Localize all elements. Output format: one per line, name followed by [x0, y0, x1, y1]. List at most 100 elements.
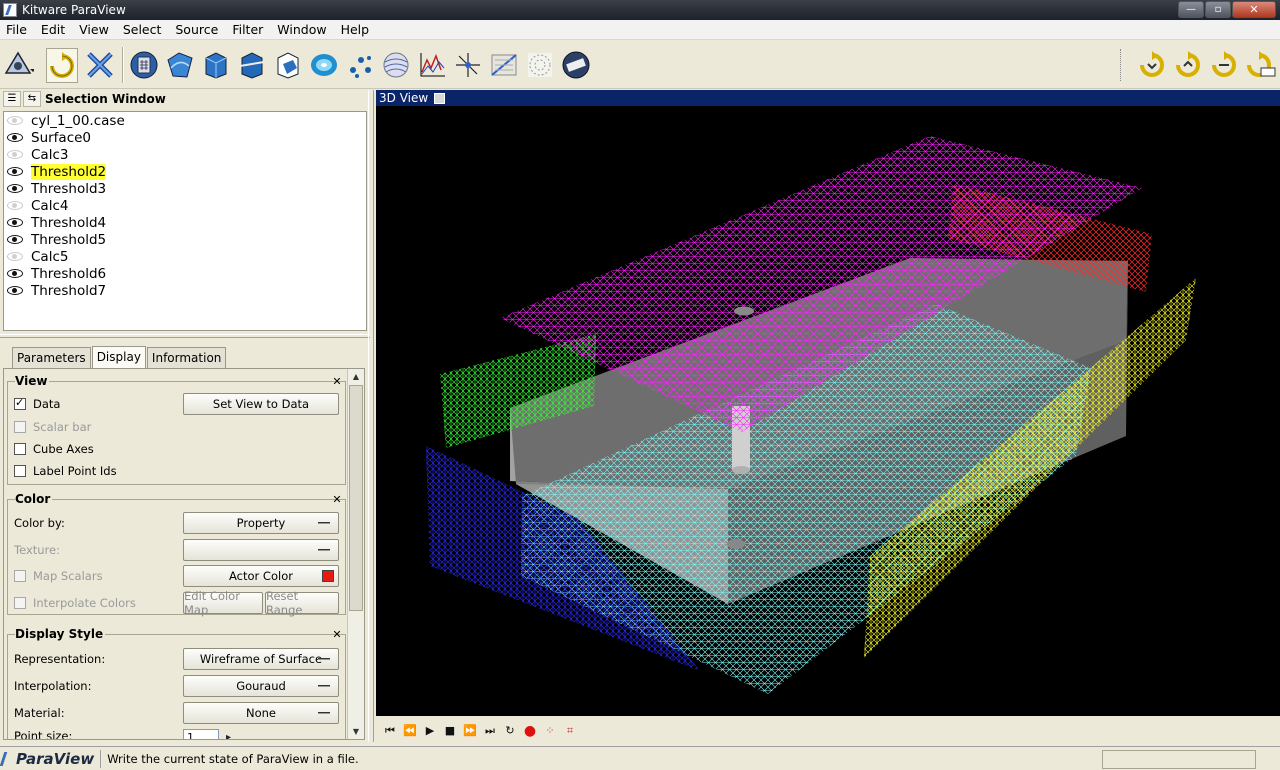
- reset-camera-icon[interactable]: [84, 49, 116, 81]
- color-by-dropdown[interactable]: Property: [183, 512, 339, 534]
- pipeline-item[interactable]: Calc3: [4, 146, 366, 163]
- maximize-button[interactable]: ▫: [1205, 1, 1231, 18]
- menu-source[interactable]: Source: [168, 22, 225, 37]
- actor-color-button[interactable]: Actor Color: [183, 565, 339, 587]
- rotate-view-icon[interactable]: [1208, 49, 1240, 81]
- eye-visible-icon[interactable]: [7, 184, 23, 193]
- close-icon[interactable]: ✕: [331, 493, 343, 506]
- pipeline-browser[interactable]: cyl_1_00.case Surface0 Calc3 Threshold2 …: [3, 111, 367, 331]
- record-icon[interactable]: ●: [520, 722, 540, 740]
- view-options-icon[interactable]: [434, 92, 446, 104]
- pipeline-item[interactable]: Surface0: [4, 129, 366, 146]
- last-frame-icon[interactable]: ⏭: [480, 722, 500, 740]
- interaction-mode-icon[interactable]: [2, 49, 34, 81]
- pipeline-item[interactable]: Threshold4: [4, 214, 366, 231]
- stop-icon[interactable]: ■: [440, 722, 460, 740]
- tree-view-icon[interactable]: ⇆: [23, 91, 41, 107]
- stream-tracer-icon[interactable]: [380, 49, 412, 81]
- menu-bar: File Edit View Select Source Filter Wind…: [0, 20, 1280, 40]
- interpolation-dropdown[interactable]: Gouraud: [183, 675, 339, 697]
- logo-mark-icon: [0, 751, 15, 766]
- eye-visible-icon[interactable]: [7, 218, 23, 227]
- data-checkbox[interactable]: [14, 396, 26, 410]
- menu-help[interactable]: Help: [334, 22, 377, 37]
- pipeline-item[interactable]: Threshold7: [4, 282, 366, 299]
- panel-splitter[interactable]: [0, 334, 370, 338]
- pipeline-item[interactable]: Threshold3: [4, 180, 366, 197]
- scroll-up-icon[interactable]: ▲: [348, 369, 364, 384]
- view-splitter[interactable]: [368, 90, 374, 742]
- properties-scrollbar[interactable]: ▲ ▼: [347, 369, 364, 739]
- camera-undo-icon[interactable]: [1136, 49, 1168, 81]
- color-by-label: Color by:: [14, 516, 65, 530]
- label-point-ids-row[interactable]: Label Point Ids: [14, 460, 117, 482]
- tab-display[interactable]: Display: [91, 346, 146, 368]
- close-icon[interactable]: ✕: [331, 628, 343, 641]
- representation-dropdown[interactable]: Wireframe of Surface: [183, 648, 339, 670]
- eye-visible-icon[interactable]: [7, 269, 23, 278]
- tab-information[interactable]: Information: [146, 347, 227, 368]
- plot-over-line-icon[interactable]: [416, 49, 448, 81]
- pipeline-item[interactable]: cyl_1_00.case: [4, 112, 366, 129]
- pipeline-item[interactable]: Threshold5: [4, 231, 366, 248]
- glyph-filter-icon[interactable]: [344, 49, 376, 81]
- label-point-ids-checkbox[interactable]: [14, 465, 26, 477]
- slice-filter-icon[interactable]: [236, 49, 268, 81]
- probe-point-icon[interactable]: [452, 49, 484, 81]
- eye-visible-icon[interactable]: [7, 133, 23, 142]
- loop-icon[interactable]: ↻: [500, 722, 520, 740]
- camera-redo-icon[interactable]: [1172, 49, 1204, 81]
- window-title: Kitware ParaView: [22, 3, 126, 17]
- minimize-button[interactable]: —: [1178, 1, 1204, 18]
- eye-hidden-icon[interactable]: [7, 252, 23, 261]
- cube-axes-checkbox[interactable]: [14, 443, 26, 455]
- menu-file[interactable]: File: [0, 22, 34, 37]
- scroll-down-icon[interactable]: ▼: [348, 724, 364, 739]
- tab-parameters[interactable]: Parameters: [12, 347, 91, 368]
- select-cells-icon[interactable]: ⌗: [560, 722, 580, 740]
- view-3d-canvas[interactable]: [376, 106, 1280, 716]
- ruler-icon[interactable]: [560, 49, 592, 81]
- toolbar-handle[interactable]: [1120, 49, 1124, 81]
- select-points-icon[interactable]: ⁘: [540, 722, 560, 740]
- previous-frame-icon[interactable]: ⏪: [400, 722, 420, 740]
- extract-grid-icon[interactable]: [308, 49, 340, 81]
- eye-visible-icon[interactable]: [7, 167, 23, 176]
- list-view-icon[interactable]: ☰: [3, 91, 21, 107]
- mesh-quality-icon[interactable]: [524, 49, 556, 81]
- point-size-spinbox[interactable]: 1: [183, 729, 231, 739]
- close-icon[interactable]: ✕: [331, 375, 343, 388]
- pipeline-item[interactable]: Calc5: [4, 248, 366, 265]
- custom-rotate-icon[interactable]: [1244, 49, 1276, 81]
- eye-hidden-icon[interactable]: [7, 201, 23, 210]
- rotate-camera-icon[interactable]: [46, 48, 78, 83]
- actor-color-swatch: [322, 570, 334, 582]
- eye-hidden-icon[interactable]: [7, 150, 23, 159]
- pipeline-item[interactable]: Calc4: [4, 197, 366, 214]
- eye-hidden-icon[interactable]: [7, 116, 23, 125]
- play-icon[interactable]: ▶: [420, 722, 440, 740]
- probe-line-icon[interactable]: [488, 49, 520, 81]
- menu-edit[interactable]: Edit: [34, 22, 72, 37]
- material-dropdown[interactable]: None: [183, 702, 339, 724]
- close-button[interactable]: ✕: [1232, 1, 1276, 18]
- toolbar-separator: [122, 47, 124, 83]
- menu-filter[interactable]: Filter: [225, 22, 270, 37]
- data-checkbox-row[interactable]: Data: [14, 393, 60, 415]
- scroll-thumb[interactable]: [349, 385, 363, 611]
- calculator-filter-icon[interactable]: [128, 49, 160, 81]
- eye-visible-icon[interactable]: [7, 286, 23, 295]
- threshold-filter-icon[interactable]: [272, 49, 304, 81]
- eye-visible-icon[interactable]: [7, 235, 23, 244]
- set-view-to-data-button[interactable]: Set View to Data: [183, 393, 339, 415]
- menu-window[interactable]: Window: [270, 22, 333, 37]
- clip-filter-icon[interactable]: [200, 49, 232, 81]
- pipeline-item-selected[interactable]: Threshold2: [4, 163, 366, 180]
- first-frame-icon[interactable]: ⏮: [380, 722, 400, 740]
- pipeline-item[interactable]: Threshold6: [4, 265, 366, 282]
- menu-select[interactable]: Select: [116, 22, 169, 37]
- cube-axes-row[interactable]: Cube Axes: [14, 438, 94, 460]
- menu-view[interactable]: View: [72, 22, 116, 37]
- contour-filter-icon[interactable]: [164, 49, 196, 81]
- next-frame-icon[interactable]: ⏩: [460, 722, 480, 740]
